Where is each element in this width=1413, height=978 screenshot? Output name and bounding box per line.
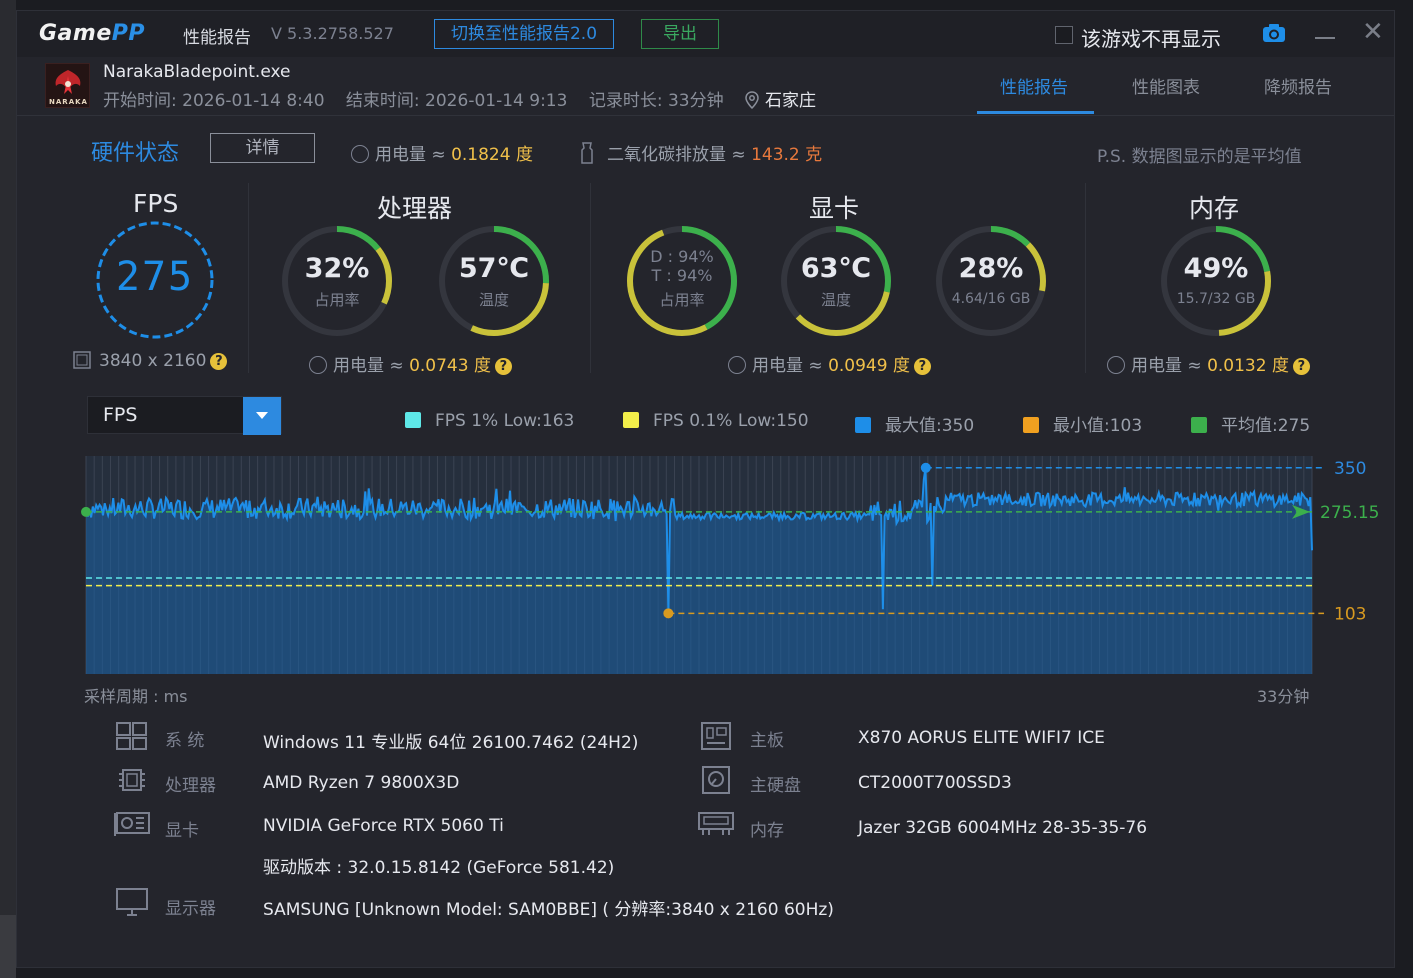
background-window-edge-lower [0, 915, 16, 978]
gpu-value: NVIDIA GeForce RTX 5060 Ti [263, 816, 504, 836]
min-value-label: 103 [1334, 604, 1366, 624]
os-value: Windows 11 专业版 64位 26100.7462 (24H2) [263, 733, 639, 753]
os-label: 系 统 [165, 731, 205, 751]
monitor-icon [115, 887, 149, 917]
motherboard-icon [699, 721, 733, 751]
cpu-value: AMD Ryzen 7 9800X3D [263, 773, 460, 793]
avg-value-label: 275.15 [1320, 503, 1379, 523]
motherboard-value: X870 AORUS ELITE WIFI7 ICE [858, 728, 1105, 748]
x-axis-start-label: 采样周期 : ms [84, 687, 188, 706]
background-window-edge [0, 0, 16, 978]
driver-version: 驱动版本 : 32.0.15.8142 (GeForce 581.42) [263, 858, 615, 878]
monitor-label: 显示器 [165, 899, 216, 919]
hard-disk-icon [699, 765, 733, 795]
max-value-label: 350 [1334, 459, 1366, 479]
ram-value: Jazer 32GB 6004MHz 28-35-35-76 [858, 818, 1148, 838]
monitor-value: SAMSUNG [Unknown Model: SAM0BBE] ( 分辨率:3… [263, 900, 834, 920]
min-point [663, 608, 674, 619]
avg-start-point [81, 506, 91, 517]
ram-icon [697, 809, 734, 839]
disk-label: 主硬盘 [750, 776, 801, 796]
cpu-label: 处理器 [165, 776, 216, 796]
ram-label: 内存 [750, 821, 784, 841]
performance-report-window: GamePP 性能报告 V 5.3.2758.527 切换至性能报告2.0 导出… [16, 10, 1395, 968]
disk-value: CT2000T700SSD3 [858, 773, 1012, 793]
cpu-chip-icon [115, 765, 149, 795]
motherboard-label: 主板 [750, 731, 784, 751]
windows-icon [115, 721, 149, 751]
gpu-label: 显卡 [165, 821, 199, 841]
x-axis-end-label: 33分钟 [1257, 687, 1310, 706]
gpu-card-icon [113, 809, 150, 839]
fps-chart[interactable]: 350 275.15 103 [17, 11, 1396, 711]
max-point [920, 462, 931, 473]
